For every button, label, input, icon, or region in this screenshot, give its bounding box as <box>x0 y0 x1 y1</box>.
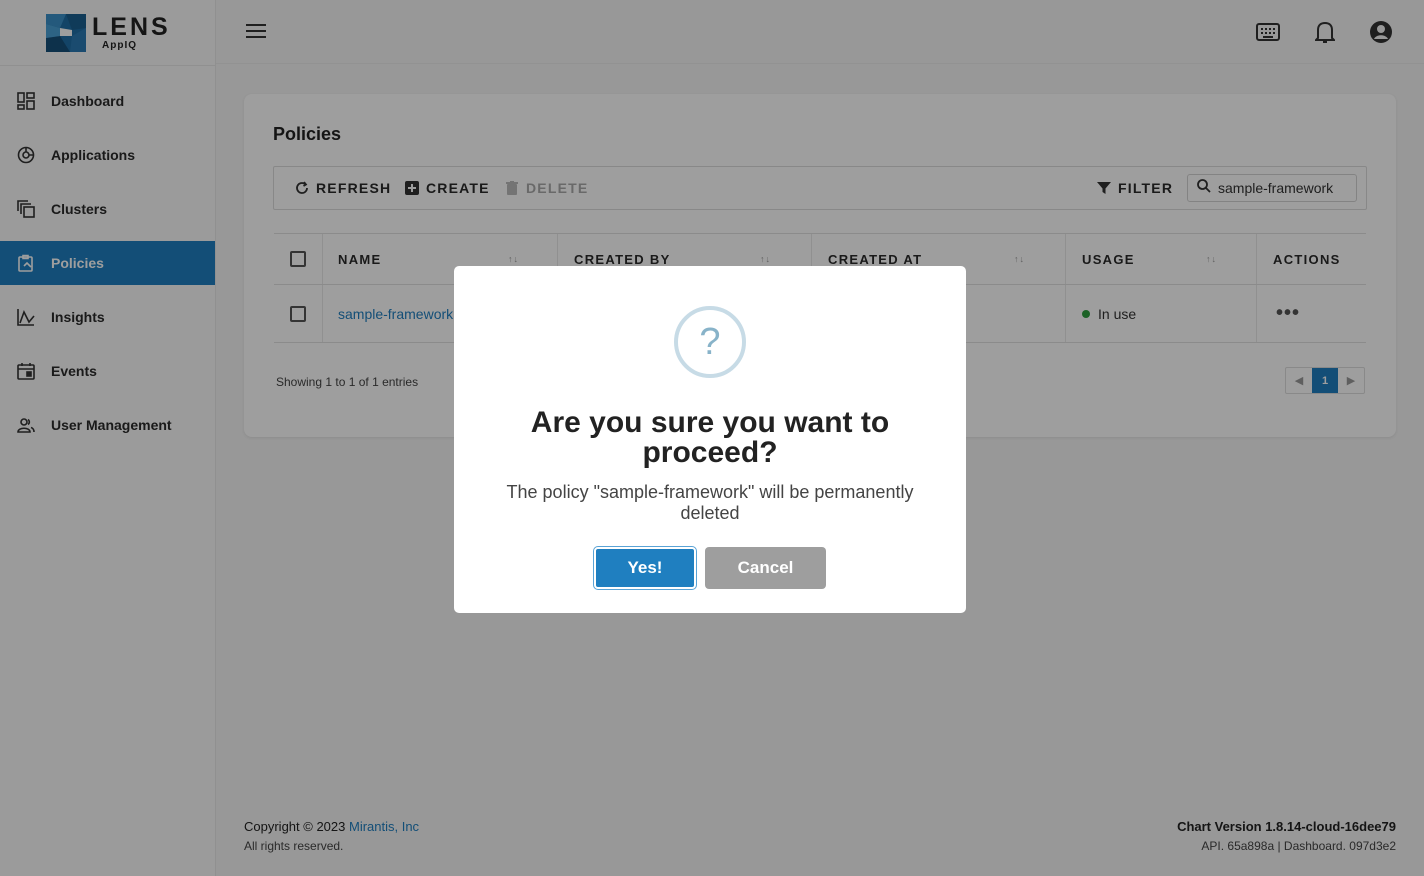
confirm-dialog: ? Are you sure you want to proceed? The … <box>454 266 966 613</box>
dialog-title: Are you sure you want to proceed? <box>530 406 890 469</box>
confirm-button[interactable]: Yes! <box>594 547 696 589</box>
cancel-button[interactable]: Cancel <box>705 547 826 589</box>
dialog-message: The policy "sample-framework" will be pe… <box>506 482 914 523</box>
question-icon: ? <box>674 306 746 378</box>
